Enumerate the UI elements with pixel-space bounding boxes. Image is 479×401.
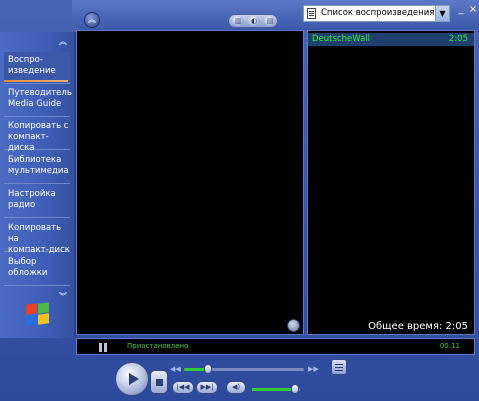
hide-menu-bar-button[interactable]: ︽ (84, 12, 100, 28)
view-toggle-group: ▥ ◐ ▤ (228, 14, 278, 28)
sidebar-scroll-down-icon[interactable]: ︾ (55, 292, 71, 302)
elapsed-time: 00:11 (439, 342, 460, 350)
playlist-pane: DeutscheWall 2:05 Общее время: 2:05 (307, 30, 475, 335)
sidebar-item-label: Библиотека мультимедиа (8, 155, 69, 176)
active-indicator (4, 80, 68, 82)
sidebar-item-label: Воспро- изведение (8, 55, 56, 76)
next-button[interactable]: ▶▶| (196, 381, 218, 394)
sidebar-item-skin-chooser[interactable]: Выбор обложки (4, 254, 70, 286)
sidebar-item-media-guide[interactable]: Путеводитель Media Guide (4, 85, 72, 117)
play-button[interactable] (115, 362, 149, 396)
visualization-icon[interactable]: ◐ (248, 16, 260, 26)
playlist-select-value: Список воспроизведения1 (321, 8, 440, 18)
previous-button[interactable]: |◀◀ (172, 381, 194, 394)
mute-button[interactable]: ◀) (226, 381, 246, 394)
playlist-document-icon (307, 8, 316, 19)
stop-button[interactable] (150, 370, 168, 394)
status-bar: Приостановлено 00:11 (76, 338, 475, 355)
status-message: Приостановлено (127, 342, 189, 350)
rewind-icon[interactable]: ◀◀ (170, 365, 181, 373)
sidebar-item-now-playing[interactable]: Воспро- изведение (4, 52, 70, 84)
volume-fill (252, 388, 296, 391)
playlist-item-duration: 2:05 (448, 34, 468, 44)
equalizer-icon[interactable]: ▥ (232, 16, 244, 26)
playlist-select[interactable]: Список воспроизведения1 ▼ (303, 5, 450, 22)
taskbar-sidebar: ︽ Воспро- изведение Путеводитель Media G… (0, 32, 76, 338)
sidebar-scroll-up-icon[interactable]: ︽ (55, 37, 71, 47)
sidebar-item-media-library[interactable]: Библиотека мультимедиа (4, 152, 70, 184)
volume-thumb[interactable] (291, 384, 300, 394)
sidebar-item-copy-from-cd[interactable]: Копировать с компакт-диска (4, 118, 70, 153)
total-time: Общее время: 2:05 (368, 321, 468, 332)
playlist-view-icon[interactable]: ▤ (264, 16, 276, 26)
sidebar-item-label: Путеводитель Media Guide (8, 88, 72, 109)
volume-slider[interactable] (252, 384, 304, 394)
seek-bar[interactable]: ◀◀ ▶▶ (170, 364, 320, 374)
windows-logo-icon (26, 302, 52, 328)
seek-thumb[interactable] (204, 364, 212, 374)
close-button[interactable]: × (467, 4, 479, 16)
minimize-button[interactable]: _ (455, 4, 467, 16)
playlist-item[interactable]: DeutscheWall 2:05 (308, 33, 474, 46)
next-track-icon: ▶▶| (200, 383, 214, 391)
chevron-down-icon[interactable]: ▼ (435, 6, 449, 21)
sidebar-item-copy-to-cd[interactable]: Копировать на компакт-диск (4, 220, 70, 255)
pause-status-icon (99, 343, 108, 352)
sidebar-item-label: Настройка радио (8, 189, 56, 210)
chevron-up-circle-icon: ︽ (88, 15, 96, 24)
fast-forward-icon[interactable]: ▶▶ (308, 365, 319, 373)
compact-mode-button[interactable] (331, 359, 347, 375)
sidebar-item-radio-tuner[interactable]: Настройка радио (4, 186, 70, 218)
mute-icon: ◀) (231, 383, 241, 391)
playlist-item-title: DeutscheWall (312, 34, 371, 44)
sidebar-item-label: Копировать на компакт-диск (8, 223, 70, 255)
previous-track-icon: |◀◀ (176, 383, 190, 391)
sidebar-item-label: Выбор обложки (8, 257, 48, 278)
fullscreen-button[interactable] (287, 319, 300, 332)
sidebar-item-label: Копировать с компакт-диска (8, 121, 69, 153)
video-area[interactable] (76, 30, 304, 335)
